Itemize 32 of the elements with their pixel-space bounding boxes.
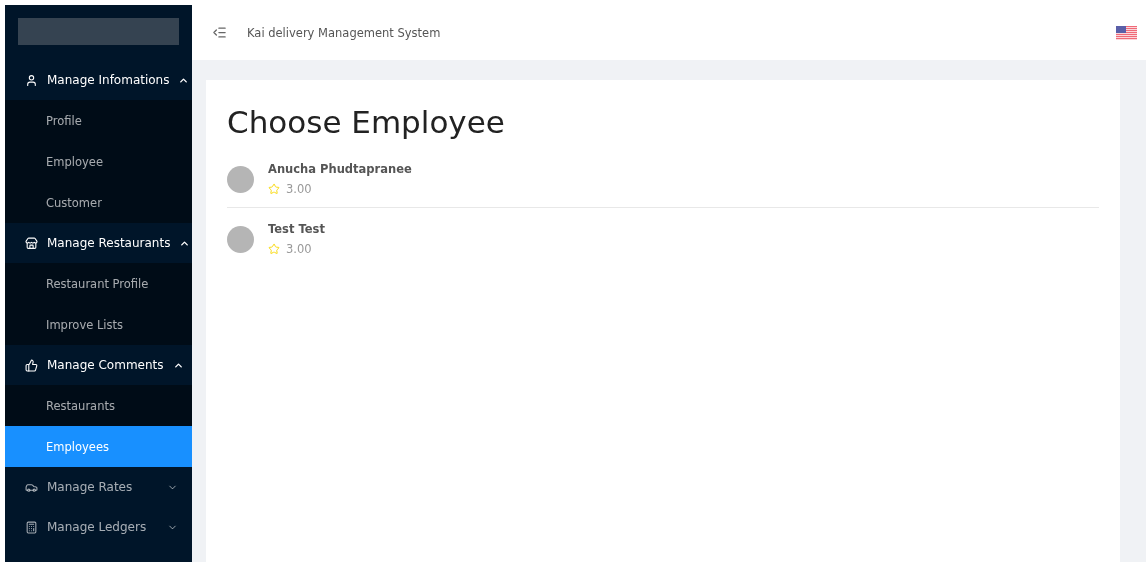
menu-item[interactable]: Restaurants xyxy=(5,385,192,426)
shop-icon xyxy=(25,236,38,250)
menu-item[interactable]: Improve Lists xyxy=(5,304,192,345)
star-icon xyxy=(268,243,280,255)
calculator-icon xyxy=(25,520,38,534)
menu-group-label: Manage Infomations xyxy=(47,73,170,87)
thumbs-up-icon xyxy=(25,358,38,372)
menu-group[interactable]: Manage Ledgers xyxy=(5,507,192,547)
employee-name[interactable]: Test Test xyxy=(268,222,325,236)
rating-value: 3.00 xyxy=(286,182,312,196)
us-flag-icon[interactable] xyxy=(1116,25,1137,40)
menu-group-label: Manage Ledgers xyxy=(47,520,148,534)
menu-group[interactable]: Manage Rates xyxy=(5,467,192,507)
menu-group[interactable]: Manage Restaurants xyxy=(5,223,192,263)
menu-group-label: Manage Rates xyxy=(47,480,134,494)
app-title: Kai delivery Management System xyxy=(247,25,442,40)
avatar xyxy=(227,226,254,253)
menu-item[interactable]: Restaurant Profile xyxy=(5,263,192,304)
menu-group-label: Manage Restaurants xyxy=(47,236,171,250)
menu-group[interactable]: Manage Comments xyxy=(5,345,192,385)
rating-value: 3.00 xyxy=(286,242,312,256)
avatar xyxy=(227,166,254,193)
employee-name[interactable]: Anucha Phudtapranee xyxy=(268,162,412,176)
user-icon xyxy=(25,73,38,87)
star-icon xyxy=(268,183,280,195)
page-title: Choose Employee xyxy=(227,104,506,140)
menu-fold-icon[interactable] xyxy=(212,25,227,40)
menu-item[interactable]: Employee xyxy=(5,141,192,182)
menu-item[interactable]: Profile xyxy=(5,100,192,141)
menu-group[interactable]: Manage Infomations xyxy=(5,60,192,100)
menu-item[interactable]: Customer xyxy=(5,182,192,223)
menu-group-label: Manage Comments xyxy=(47,358,164,372)
